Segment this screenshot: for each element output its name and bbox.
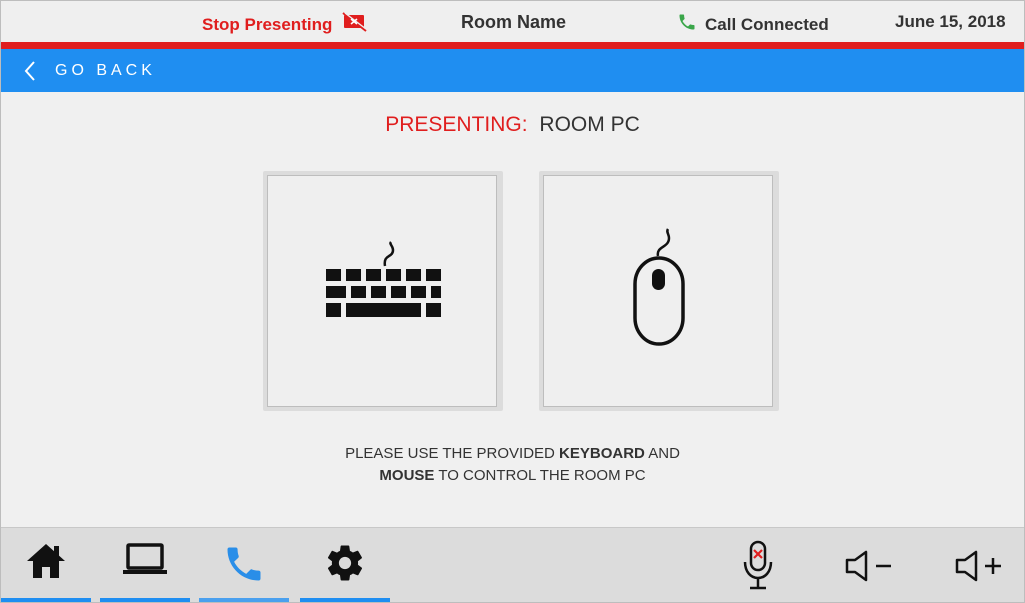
instruction-keyboard: KEYBOARD [559,445,645,462]
nav-phone-underline [199,598,289,602]
room-name: Room Name [461,12,567,32]
gear-icon [327,545,363,581]
mouse-icon [633,228,685,346]
nav-laptop-underline [100,598,190,602]
keyboard-card [263,171,503,411]
mic-mute-button[interactable] [728,538,788,593]
nav-phone-button[interactable] [199,528,289,602]
presenting-source: ROOM PC [539,113,640,136]
instruction-part3: TO CONTROL THE ROOM PC [434,467,646,484]
call-status: Call Connected [677,12,829,37]
current-date: June 15, 2018 [895,12,1006,31]
mouse-card-inner [543,175,773,407]
phone-icon [227,547,261,581]
stop-screen-share-icon [342,12,368,37]
instruction-part2: AND [644,445,680,462]
nav-settings-underline [300,598,390,602]
nav-laptop-button[interactable] [100,528,190,602]
presenting-label: PRESENTING: [385,113,528,136]
volume-down-button[interactable] [839,538,899,593]
go-back-button[interactable]: GO BACK [1,49,1024,92]
app-frame: Stop Presenting Room Name Call Connected [0,0,1025,603]
keyboard-card-inner [267,175,497,407]
volume-down-icon [845,550,891,581]
nav-settings-button[interactable] [300,528,390,602]
mic-muted-icon [743,540,773,589]
call-status-label: Call Connected [705,14,829,34]
home-icon [27,544,65,578]
nav-home-button[interactable] [1,528,91,602]
presenting-heading: PRESENTING: ROOM PC [1,113,1024,137]
keyboard-icon [326,241,441,317]
mouse-card [539,171,779,411]
instruction-part1: PLEASE USE THE PROVIDED [345,445,560,462]
volume-up-button[interactable] [949,538,1009,593]
stop-presenting-button[interactable]: Stop Presenting [202,12,368,37]
phone-icon [677,12,697,37]
volume-up-icon [955,550,1001,581]
nav-home-underline [1,598,91,602]
stop-presenting-label: Stop Presenting [202,14,333,34]
presenting-indicator-line [1,42,1024,49]
bottom-nav-bar [1,527,1024,602]
go-back-label: GO BACK [55,62,156,79]
status-bar: Stop Presenting Room Name Call Connected [1,1,1024,42]
instruction-mouse: MOUSE [379,467,435,484]
laptop-icon [123,543,167,574]
instruction-text: PLEASE USE THE PROVIDED KEYBOARD AND MOU… [1,443,1024,487]
chevron-left-icon [23,60,37,87]
